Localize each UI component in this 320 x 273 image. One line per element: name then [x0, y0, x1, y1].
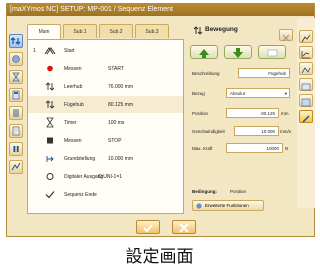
app-window: [maXYmos NC] SETUP: MP-001 / Sequenz Ele… — [6, 3, 315, 237]
step-name: Messen — [64, 66, 82, 72]
move-up-button[interactable] — [190, 45, 218, 59]
description-field[interactable]: Fügehub — [238, 68, 290, 78]
hourglass-icon[interactable] — [9, 70, 23, 84]
chart-icon-3[interactable] — [299, 62, 313, 75]
graph-icon[interactable] — [9, 160, 23, 174]
field-label: Max. Kraft — [192, 146, 213, 151]
max-force-field[interactable]: 10000 — [226, 143, 283, 153]
ok-button[interactable] — [136, 220, 160, 234]
updown-icon — [45, 100, 55, 109]
tab-sub3[interactable]: Sub.3 — [135, 24, 169, 38]
step-name: Messen — [64, 138, 82, 144]
list-item[interactable]: Sequenz Ende — [28, 186, 183, 203]
chevron-down-icon: ▾ — [284, 91, 287, 96]
right-toolbar — [297, 18, 315, 208]
document-icon[interactable] — [9, 124, 23, 138]
list-item[interactable]: 1 Start — [28, 42, 183, 59]
hourglass-icon — [46, 117, 54, 128]
tab-sub2[interactable]: Sub.2 — [99, 24, 133, 38]
list-item[interactable]: Timer 100 ms — [28, 114, 183, 131]
chart-icon-5[interactable] — [299, 94, 313, 107]
position-unit: mm — [281, 111, 289, 116]
chart-icon-1[interactable] — [299, 30, 313, 43]
tab-main[interactable]: Main — [27, 24, 61, 40]
left-toolbar — [8, 34, 24, 209]
panel-title: Bewegung — [205, 26, 238, 33]
copy-button[interactable] — [258, 45, 286, 59]
extended-functions-button[interactable]: Erweiterte Funktionen — [192, 200, 264, 211]
list-item[interactable]: Grundstellung 10.000 mm — [28, 150, 183, 167]
updown-icon — [193, 26, 202, 35]
field-label: Beschreibung — [192, 71, 220, 76]
ring-icon — [46, 173, 54, 180]
square-icon — [47, 137, 53, 144]
updown-icon — [45, 82, 55, 91]
chart-icon-2[interactable] — [299, 46, 313, 59]
step-name: Sequenz Ende — [64, 192, 97, 198]
step-value: 100 ms — [108, 120, 125, 126]
list-item[interactable]: Digitaler Ausgang O:UNI-1=1 — [28, 168, 183, 185]
step-value: 10.000 mm — [108, 156, 134, 162]
speed-field[interactable]: 10.000 — [234, 126, 279, 136]
close-icon — [179, 223, 189, 233]
list-item[interactable]: Messen STOP — [28, 132, 183, 149]
speed-unit: mm/s — [280, 129, 291, 134]
cancel-button[interactable] — [172, 220, 196, 234]
sequence-icon[interactable] — [9, 34, 23, 48]
edit-icon[interactable] — [299, 110, 313, 123]
close-icon — [282, 34, 290, 42]
field-label: Geschwindigkeit — [192, 129, 225, 134]
list-item[interactable]: Leerhub 76.000 mm — [28, 78, 183, 95]
extended-functions-label: Erweiterte Funktionen — [205, 203, 249, 208]
list-item-selected[interactable]: Fügehub 80.125 mm — [28, 96, 183, 113]
move-down-button[interactable] — [224, 45, 252, 59]
step-value: 76.000 mm — [108, 84, 134, 90]
window-title: [maXYmos NC] SETUP: MP-001 / Sequenz Ele… — [7, 4, 314, 16]
pause-icon[interactable] — [9, 142, 23, 156]
calculator-icon[interactable] — [9, 88, 23, 102]
reference-select[interactable]: Absolut ▾ — [226, 88, 290, 98]
arrow-down-icon — [233, 48, 243, 58]
reference-value: Absolut — [230, 91, 246, 96]
check-icon — [45, 191, 55, 199]
drop-icon[interactable] — [9, 52, 23, 66]
arrow-up-icon — [199, 49, 209, 58]
list-item[interactable]: Messen START — [28, 60, 183, 77]
caption: 設定画面 — [125, 247, 194, 266]
field-label: Position — [192, 111, 209, 116]
condition-label: Bedingung: — [192, 189, 217, 194]
position-field[interactable]: 80.125 — [226, 108, 279, 118]
step-name: Start — [64, 48, 75, 54]
start-icon — [44, 47, 56, 55]
step-name: Leerhub — [64, 84, 83, 90]
step-value: START — [108, 66, 124, 72]
close-button[interactable] — [279, 29, 293, 42]
condition-value: Position — [230, 189, 247, 194]
step-value: O:UNI-1=1 — [98, 174, 123, 180]
tab-sub1[interactable]: Sub.1 — [63, 24, 97, 38]
step-value: STOP — [108, 138, 122, 144]
step-name: Grundstellung — [64, 156, 96, 162]
step-number: 1 — [33, 48, 36, 54]
force-unit: N — [285, 146, 289, 151]
list-icon[interactable] — [9, 106, 23, 120]
bottom-bar — [7, 216, 314, 236]
step-name: Timer — [64, 120, 77, 126]
chart-icon-4[interactable] — [299, 78, 313, 91]
dot-icon — [47, 65, 53, 72]
check-icon — [143, 224, 153, 233]
sequence-list: 1 Start Messen START Leerhub 76.000 mm F… — [27, 39, 184, 214]
step-value: 80.125 mm — [108, 102, 134, 108]
gear-icon — [196, 203, 202, 209]
field-label: Bezug — [192, 91, 205, 96]
home-icon — [46, 156, 54, 162]
step-name: Fügehub — [64, 102, 84, 108]
property-panel: Bewegung Beschreibung Fügehub Bezug Abso… — [188, 18, 294, 214]
copy-icon — [267, 49, 278, 57]
